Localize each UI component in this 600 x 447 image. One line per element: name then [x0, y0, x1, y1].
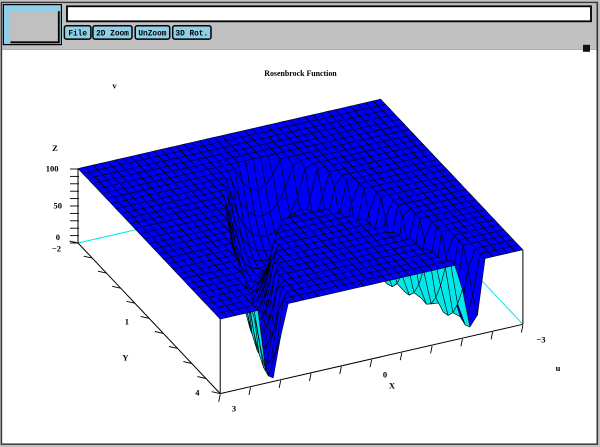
svg-text:u: u: [556, 363, 561, 373]
svg-text:100: 100: [46, 164, 59, 174]
svg-text:0: 0: [383, 370, 387, 380]
svg-text:2D Zoom: 2D Zoom: [96, 30, 129, 38]
svg-text:File: File: [68, 30, 87, 38]
svg-text:Rosenbrock Function: Rosenbrock Function: [264, 69, 337, 78]
svg-text:3: 3: [232, 404, 236, 414]
svg-text:50: 50: [54, 201, 63, 211]
svg-text:Y: Y: [122, 353, 128, 363]
svg-text:1: 1: [125, 317, 129, 327]
svg-text:0: 0: [56, 232, 60, 242]
svg-text:UnZoom: UnZoom: [138, 30, 166, 38]
svg-text:Z: Z: [52, 143, 58, 153]
svg-text:3D Rot.: 3D Rot.: [175, 30, 208, 38]
svg-text:−2: −2: [52, 244, 61, 254]
svg-text:X: X: [389, 381, 396, 391]
svg-text:−3: −3: [536, 335, 545, 345]
